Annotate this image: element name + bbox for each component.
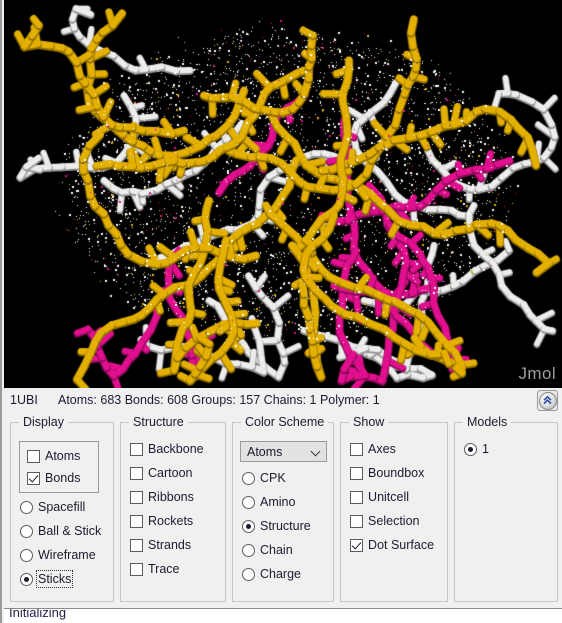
radio-chain-dot	[242, 543, 255, 557]
checkbox-backbone-box	[130, 442, 144, 456]
panel-models: Models 1	[453, 415, 558, 602]
panel-show: Show Axes Boundbox Unitcell Selection Do…	[340, 415, 448, 602]
radio-structure-dot	[242, 519, 255, 533]
checkbox-selection[interactable]: Selection	[341, 509, 447, 533]
radio-ball-and-stick[interactable]: Ball & Stick	[11, 519, 113, 543]
checkbox-dot-surface-box	[350, 538, 364, 552]
radio-wireframe[interactable]: Wireframe	[11, 543, 113, 567]
checkbox-unitcell[interactable]: Unitcell	[341, 485, 447, 509]
radio-model-1-dot	[463, 442, 477, 456]
panel-color-scheme-title: Color Scheme	[241, 415, 329, 429]
checkbox-bonds-box	[27, 471, 40, 485]
checkbox-ribbons[interactable]: Ribbons	[121, 485, 225, 509]
checkbox-rockets[interactable]: Rockets	[121, 509, 225, 533]
checkbox-atoms-label: Atoms	[45, 449, 81, 463]
radio-chain[interactable]: Chain	[233, 538, 333, 562]
radio-model-1[interactable]: 1	[455, 437, 557, 461]
checkbox-ribbons-label: Ribbons	[148, 490, 194, 504]
pdb-id-label: 1UBI	[10, 393, 38, 407]
checkbox-atoms-box	[27, 449, 40, 463]
structure-counts-label: Atoms: 683 Bonds: 608 Groups: 157 Chains…	[58, 393, 380, 407]
radio-cpk-label: CPK	[260, 471, 286, 485]
checkbox-axes-box	[350, 442, 364, 456]
radio-cpk[interactable]: CPK	[233, 466, 333, 490]
checkbox-cartoon[interactable]: Cartoon	[121, 461, 225, 485]
molecule-viewport[interactable]: Jmol	[4, 0, 562, 388]
status-bar: 1UBI Atoms: 683 Bonds: 608 Groups: 157 C…	[4, 388, 562, 414]
checkbox-strands[interactable]: Strands	[121, 533, 225, 557]
radio-model-1-label: 1	[481, 442, 489, 456]
chevron-down-icon	[312, 447, 321, 456]
checkbox-ribbons-box	[130, 490, 144, 504]
panel-display: Display Atoms Bonds Spacefill Ball & Sti…	[10, 415, 115, 602]
molecule-render-canvas[interactable]	[4, 0, 562, 388]
radio-ball-and-stick-label: Ball & Stick	[38, 524, 102, 538]
radio-spacefill[interactable]: Spacefill	[11, 495, 113, 519]
checkbox-trace-box	[130, 562, 144, 576]
radio-spacefill-dot	[20, 500, 33, 514]
radio-charge[interactable]: Charge	[233, 562, 333, 586]
double-chevron-up-icon	[538, 391, 557, 410]
control-panels-row: Display Atoms Bonds Spacefill Ball & Sti…	[4, 415, 562, 608]
console-strip: Initializing	[4, 608, 562, 623]
checkbox-boundbox-box	[350, 466, 364, 480]
checkbox-bonds[interactable]: Bonds	[20, 467, 98, 489]
checkbox-cartoon-label: Cartoon	[148, 466, 193, 480]
radio-amino-dot	[242, 495, 255, 509]
checkbox-strands-box	[130, 538, 144, 552]
display-render-subgroup: Atoms Bonds	[19, 441, 99, 493]
collapse-panel-button[interactable]	[537, 390, 558, 411]
color-scheme-dropdown-value: Atoms	[247, 444, 283, 459]
checkbox-boundbox-label: Boundbox	[368, 466, 425, 480]
panel-display-title: Display	[19, 415, 68, 429]
checkbox-axes[interactable]: Axes	[341, 437, 447, 461]
color-scheme-dropdown[interactable]: Atoms	[240, 441, 328, 462]
radio-amino[interactable]: Amino	[233, 490, 333, 514]
radio-spacefill-label: Spacefill	[38, 500, 86, 514]
checkbox-backbone[interactable]: Backbone	[121, 437, 225, 461]
jmol-watermark: Jmol	[518, 364, 556, 383]
checkbox-rockets-label: Rockets	[148, 514, 194, 528]
checkbox-strands-label: Strands	[148, 538, 192, 552]
checkbox-trace[interactable]: Trace	[121, 557, 225, 581]
checkbox-backbone-label: Backbone	[148, 442, 204, 456]
radio-sticks[interactable]: Sticks	[11, 567, 113, 591]
checkbox-rockets-box	[130, 514, 144, 528]
radio-ball-and-stick-dot	[20, 524, 33, 538]
radio-cpk-dot	[242, 471, 255, 485]
radio-sticks-dot	[20, 572, 33, 586]
checkbox-atoms[interactable]: Atoms	[20, 445, 98, 467]
radio-amino-label: Amino	[260, 495, 296, 509]
checkbox-boundbox[interactable]: Boundbox	[341, 461, 447, 485]
panel-color-scheme: Color Scheme Atoms CPK Amino Structure C…	[232, 415, 335, 602]
radio-wireframe-label: Wireframe	[38, 548, 96, 562]
console-message: Initializing	[9, 608, 67, 620]
radio-sticks-label: Sticks	[35, 570, 74, 588]
jmol-application-window: Jmol 1UBI Atoms: 683 Bonds: 608 Groups: …	[0, 0, 562, 623]
checkbox-dot-surface-label: Dot Surface	[368, 538, 435, 552]
checkbox-selection-label: Selection	[368, 514, 420, 528]
radio-charge-label: Charge	[260, 567, 301, 581]
radio-structure-label: Structure	[260, 519, 311, 533]
panel-show-title: Show	[349, 415, 389, 429]
panel-structure-title: Structure	[129, 415, 188, 429]
panel-models-title: Models	[462, 415, 512, 429]
radio-charge-dot	[242, 567, 255, 581]
checkbox-unitcell-label: Unitcell	[368, 490, 410, 504]
checkbox-cartoon-box	[130, 466, 144, 480]
panel-structure: Structure Backbone Cartoon Ribbons Rocke…	[120, 415, 226, 602]
radio-wireframe-dot	[20, 548, 33, 562]
checkbox-dot-surface[interactable]: Dot Surface	[341, 533, 447, 557]
radio-chain-label: Chain	[260, 543, 293, 557]
checkbox-axes-label: Axes	[368, 442, 396, 456]
checkbox-bonds-label: Bonds	[45, 471, 81, 485]
checkbox-unitcell-box	[350, 490, 364, 504]
checkbox-selection-box	[350, 514, 364, 528]
radio-structure[interactable]: Structure	[233, 514, 333, 538]
checkbox-trace-label: Trace	[148, 562, 180, 576]
